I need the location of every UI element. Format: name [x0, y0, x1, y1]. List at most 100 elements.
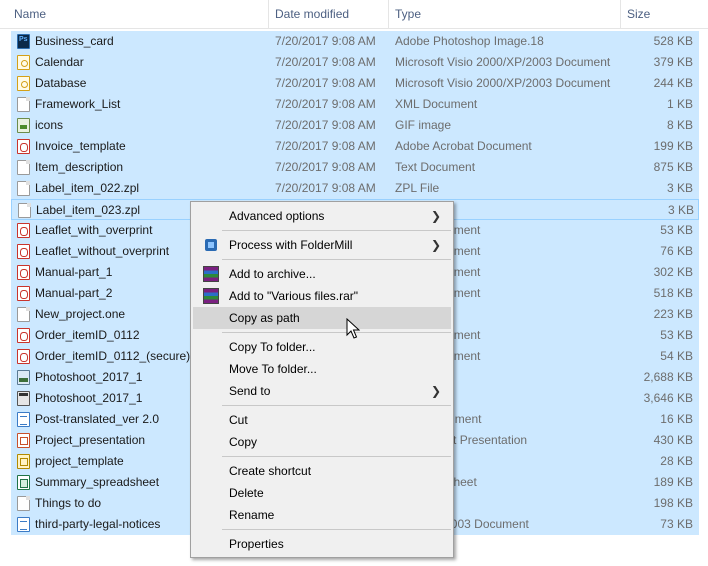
file-size: 518 KB — [653, 286, 693, 300]
menu-item-label: Add to archive... — [229, 267, 316, 281]
file-date: 7/20/2017 9:08 AM — [275, 118, 376, 132]
file-name: icons — [35, 118, 64, 132]
menu-item-move-to-folder[interactable]: Move To folder... — [193, 358, 451, 380]
file-name: Framework_List — [35, 97, 121, 111]
file-row[interactable]: Database 7/20/2017 9:08 AM Microsoft Visio… — [11, 73, 699, 94]
menu-item-add-to-archive[interactable]: Add to archive... — [193, 263, 451, 285]
menu-item-delete[interactable]: Delete — [193, 482, 451, 504]
document-icon — [17, 160, 30, 175]
file-row[interactable]: Invoice_template 7/20/2017 9:08 AM Adobe A… — [11, 136, 699, 157]
document-icon — [17, 181, 30, 196]
file-type: Text Document — [395, 160, 476, 174]
file-size: 3 KB — [667, 203, 694, 217]
document-icon — [17, 97, 30, 112]
menu-item-label: Copy as path — [229, 311, 300, 325]
file-size: 3 KB — [666, 181, 693, 195]
pdf-icon — [17, 139, 30, 154]
menu-item-advanced-options[interactable]: Advanced options ❯ — [193, 205, 451, 227]
pdf-icon — [17, 328, 30, 343]
file-size: 528 KB — [653, 34, 693, 48]
menu-item-foldermill[interactable]: Process with FolderMill ❯ — [193, 234, 451, 256]
file-date: 7/20/2017 9:08 AM — [275, 97, 376, 111]
menu-item-label: Rename — [229, 508, 275, 522]
column-header: Name Date modified Type Size — [0, 0, 708, 29]
menu-item-label: Send to — [229, 384, 271, 398]
file-size: 199 KB — [653, 139, 693, 153]
document-icon — [18, 203, 31, 218]
file-size: 302 KB — [653, 265, 693, 279]
column-name-header[interactable]: Name — [0, 0, 268, 28]
file-type: Microsoft Visio 2000/XP/2003 Document — [395, 76, 611, 90]
menu-item-label: Properties — [229, 537, 284, 551]
file-size: 379 KB — [653, 55, 693, 69]
menu-item-label: Add to "Various files.rar" — [229, 289, 359, 303]
menu-item-rename[interactable]: Rename — [193, 504, 451, 526]
file-row[interactable]: Business_card 7/20/2017 9:08 AM Adobe Phot… — [11, 31, 699, 52]
file-size: 1 KB — [666, 97, 693, 111]
file-size: 430 KB — [653, 433, 693, 447]
file-size: 198 KB — [653, 496, 693, 510]
file-name: Database — [35, 76, 87, 90]
word-icon — [17, 412, 30, 427]
file-row[interactable]: Framework_List 7/20/2017 9:08 AM XML Docum… — [11, 94, 699, 115]
psd-icon — [17, 34, 30, 49]
word-icon — [17, 517, 30, 532]
pdf-icon — [17, 286, 30, 301]
file-row[interactable]: Label_item_022.zpl 7/20/2017 9:08 AM ZPL F… — [11, 178, 699, 199]
column-date-header[interactable]: Date modified — [268, 0, 388, 28]
column-size-header[interactable]: Size — [620, 0, 708, 28]
image-icon — [17, 370, 30, 385]
file-size: 223 KB — [653, 307, 693, 321]
file-size: 3,646 KB — [643, 391, 693, 405]
menu-item-label: Process with FolderMill — [229, 238, 353, 252]
menu-item-label: Create shortcut — [229, 464, 312, 478]
file-row[interactable]: Calendar 7/20/2017 9:08 AM Microsoft Visio… — [11, 52, 699, 73]
menu-item-label: Advanced options — [229, 209, 325, 223]
file-size: 244 KB — [653, 76, 693, 90]
mouse-cursor-icon — [346, 318, 360, 339]
file-size: 2,688 KB — [643, 370, 693, 384]
visio-icon — [17, 55, 30, 70]
menu-item-send-to[interactable]: Send to ❯ — [193, 380, 451, 402]
template-icon — [17, 454, 30, 469]
menu-item-copy-as-path[interactable]: Copy as path — [193, 307, 451, 329]
file-type: ZPL File — [395, 181, 440, 195]
menu-item-copy-to-folder[interactable]: Copy To folder... — [193, 336, 451, 358]
menu-separator — [222, 529, 451, 530]
menu-item-create-shortcut[interactable]: Create shortcut — [193, 460, 451, 482]
file-row[interactable]: icons 7/20/2017 9:08 AM GIF image 8 KB — [11, 115, 699, 136]
file-date: 7/20/2017 9:08 AM — [275, 181, 376, 195]
menu-separator — [222, 230, 451, 231]
menu-item-copy[interactable]: Copy — [193, 431, 451, 453]
menu-item-cut[interactable]: Cut — [193, 409, 451, 431]
menu-item-label: Copy — [229, 435, 258, 449]
file-date: 7/20/2017 9:08 AM — [275, 139, 376, 153]
menu-item-add-to-rar[interactable]: Add to "Various files.rar" — [193, 285, 451, 307]
menu-separator — [222, 456, 451, 457]
pdf-icon — [17, 223, 30, 238]
file-size: 8 KB — [666, 118, 693, 132]
context-menu: Advanced options ❯ Process with FolderMi… — [190, 201, 454, 558]
menu-item-label: Copy To folder... — [229, 340, 316, 354]
pdf-icon — [17, 244, 30, 259]
menu-separator — [222, 259, 451, 260]
file-type: Adobe Photoshop Image.18 — [395, 34, 544, 48]
file-name: Business_card — [35, 34, 114, 48]
file-size: 53 KB — [660, 328, 693, 342]
file-size: 53 KB — [660, 223, 693, 237]
menu-separator — [222, 405, 451, 406]
visio-icon — [17, 76, 30, 91]
submenu-arrow-icon: ❯ — [430, 209, 441, 223]
foldermill-icon — [203, 237, 219, 253]
pdf-icon — [17, 349, 30, 364]
menu-item-properties[interactable]: Properties — [193, 533, 451, 555]
file-date: 7/20/2017 9:08 AM — [275, 55, 376, 69]
file-date: 7/20/2017 9:08 AM — [275, 160, 376, 174]
winrar-icon — [203, 266, 219, 282]
file-row[interactable]: Item_description 7/20/2017 9:08 AM Text Do… — [11, 157, 699, 178]
image-dark-icon — [17, 391, 30, 406]
menu-item-label: Cut — [229, 413, 248, 427]
file-size: 875 KB — [653, 160, 693, 174]
file-size: 76 KB — [660, 244, 693, 258]
column-type-header[interactable]: Type — [388, 0, 620, 28]
